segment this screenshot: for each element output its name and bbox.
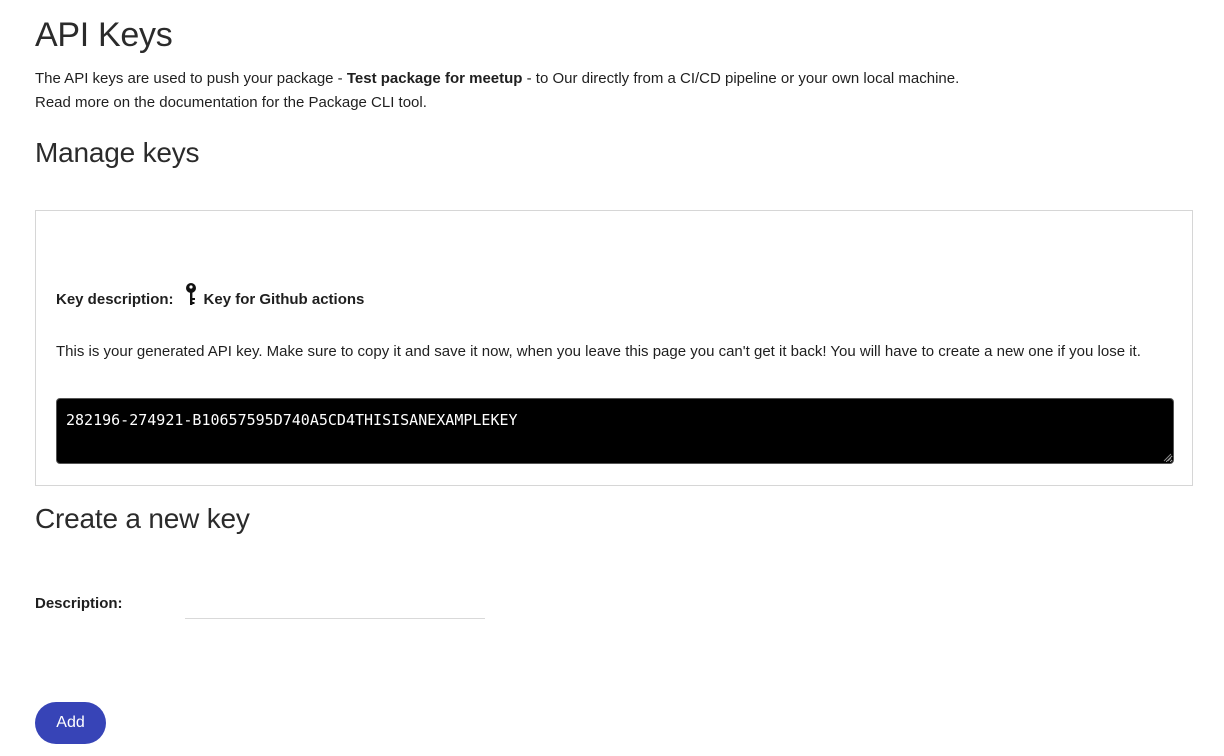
package-name: Test package for meetup <box>346 70 523 87</box>
manage-keys-heading: Manage keys <box>35 137 200 168</box>
key-description-value: Key for Github actions <box>203 291 365 308</box>
key-icon <box>184 282 198 308</box>
intro-suffix: - to Our directly from a CI/CD pipeline … <box>522 70 960 87</box>
description-input[interactable] <box>185 592 485 619</box>
page-title: API Keys <box>35 16 173 54</box>
api-key-warning: This is your generated API key. Make sur… <box>56 343 1141 360</box>
key-description-row: Key description: Key for Github actions <box>56 282 364 308</box>
description-label: Description: <box>35 595 123 612</box>
api-key-textarea[interactable]: 282196-274921-B10657595D740A5CD4THISISAN… <box>56 398 1174 464</box>
add-button[interactable]: Add <box>35 702 106 744</box>
create-key-heading: Create a new key <box>35 503 250 534</box>
intro-line-2: Read more on the documentation for the P… <box>35 94 427 111</box>
key-description-label: Key description: <box>56 291 174 308</box>
intro-text: The API keys are used to push your packa… <box>35 67 959 115</box>
intro-line-1: The API keys are used to push your packa… <box>35 67 959 91</box>
intro-prefix: The API keys are used to push your packa… <box>35 70 347 87</box>
